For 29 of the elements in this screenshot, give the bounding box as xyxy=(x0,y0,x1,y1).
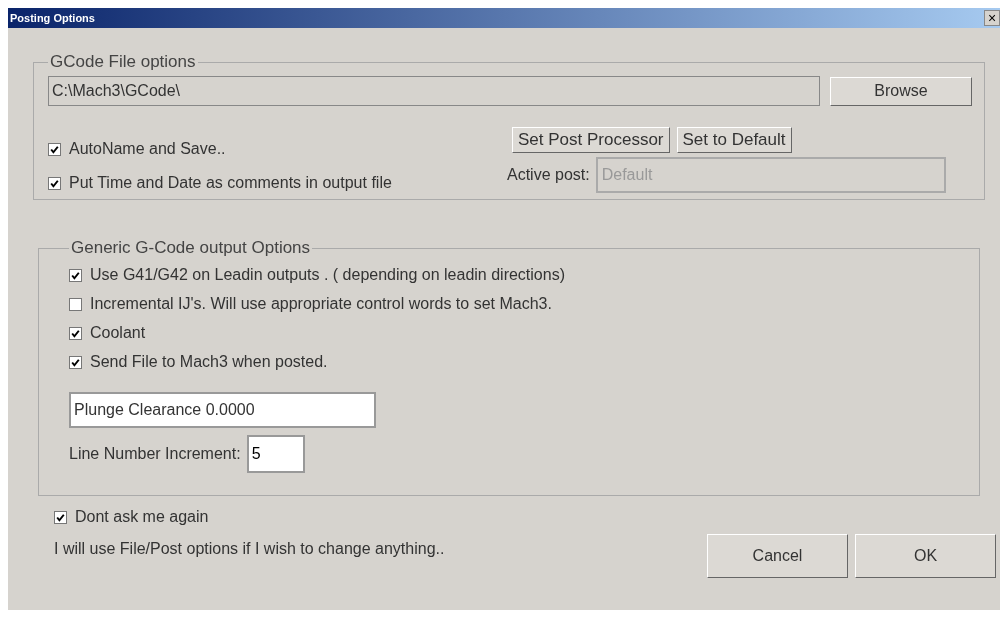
group-legend: Generic G-Code output Options xyxy=(69,238,313,258)
window-title: Posting Options xyxy=(10,12,95,24)
line-number-label: Line Number Increment: xyxy=(69,445,241,463)
checkbox-label: Coolant xyxy=(90,324,146,342)
checkbox[interactable] xyxy=(69,355,82,369)
group-legend: GCode File options xyxy=(48,52,198,72)
plunge-clearance-field[interactable]: Plunge Clearance 0.0000 xyxy=(69,392,376,428)
active-post-label: Active post: xyxy=(507,166,590,184)
line-number-field[interactable]: 5 xyxy=(246,435,305,473)
checkbox-label: Use G41/G42 on Leadin outputs . ( depending on leadin directions) xyxy=(90,266,565,284)
post-button[interactable]: Set to Default xyxy=(676,127,792,153)
checkbox[interactable] xyxy=(48,142,61,156)
cancel-button[interactable]: Cancel xyxy=(707,534,848,578)
post-button[interactable]: Set Post Processor xyxy=(512,127,670,153)
checkbox[interactable] xyxy=(69,297,82,311)
browse-button[interactable]: Browse xyxy=(830,76,972,106)
checkbox[interactable] xyxy=(48,176,61,190)
checkbox[interactable] xyxy=(54,510,67,524)
note-text: I will use File/Post options if I wish to change anything.. xyxy=(54,540,445,558)
checkbox-label: Put Time and Date as comments in output file xyxy=(69,174,392,192)
ok-button[interactable]: OK xyxy=(855,534,996,578)
checkbox[interactable] xyxy=(69,326,82,340)
checkbox-label: AutoName and Save.. xyxy=(69,140,226,158)
close-button[interactable]: × xyxy=(984,10,1000,26)
checkbox-label: Send File to Mach3 when posted. xyxy=(90,353,328,371)
checkbox[interactable] xyxy=(69,268,82,282)
checkbox-label: Incremental IJ's. Will use appropriate control words to set Mach3. xyxy=(90,295,552,313)
path-field[interactable]: C:\Mach3\GCode\ xyxy=(48,76,820,106)
checkbox-label: Dont ask me again xyxy=(75,508,209,526)
